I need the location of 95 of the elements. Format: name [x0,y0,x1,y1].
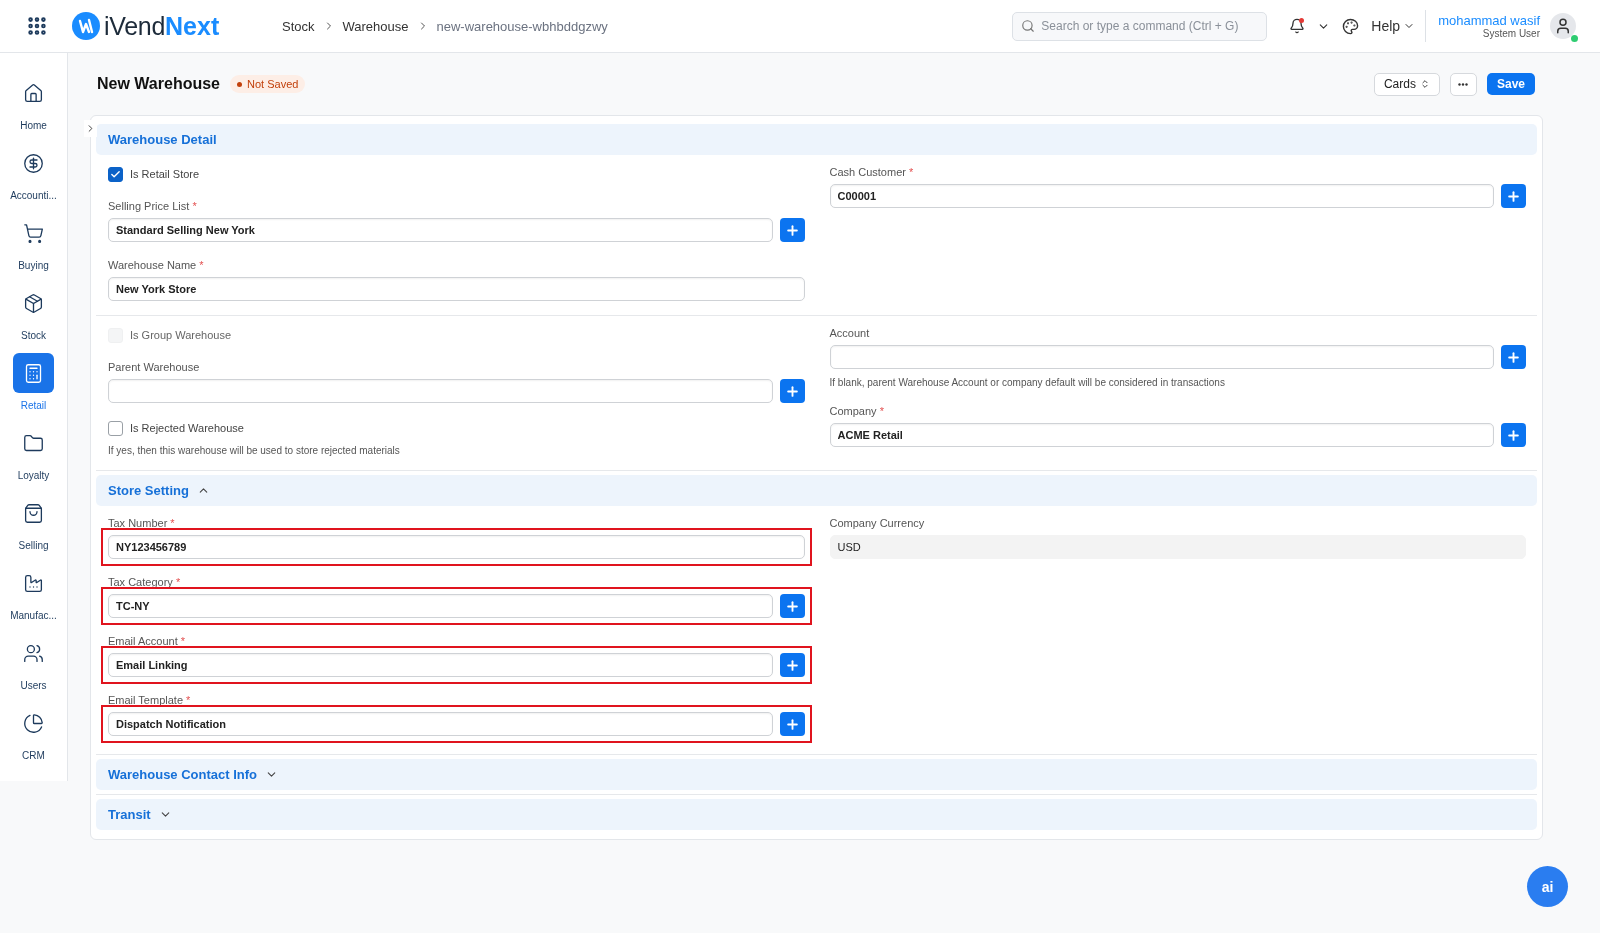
section-header[interactable]: Warehouse Detail [96,124,1537,155]
logo-icon [72,12,100,40]
assistant-button[interactable]: ai [1527,866,1568,907]
field-label: Account [829,326,871,340]
ellipsis-icon [1458,82,1469,86]
notifications-button[interactable] [1289,18,1306,34]
field-description: If yes, then this warehouse will be used to store rejected materials [108,445,401,456]
section-header[interactable]: Warehouse Contact Info [96,759,1537,790]
field-label: Company Currency [829,516,926,530]
input-field[interactable] [108,379,773,403]
check-icon [110,168,121,180]
add-button[interactable] [779,218,805,242]
plus-icon [784,716,800,732]
sidebar-item[interactable]: Selling [0,493,68,563]
sidebar-item[interactable]: Buying [0,213,68,283]
input-field[interactable]: ACME Retail [829,423,1494,447]
field-label: Email Account * [108,634,187,648]
input-field[interactable]: Standard Selling New York [108,218,773,242]
help-menu[interactable]: Help [1371,10,1427,42]
package-icon [23,292,44,314]
checkbox-row[interactable]: Is Retail Store [108,165,805,183]
checkbox-label: Is Rejected Warehouse [130,422,244,434]
apps-grid-icon[interactable] [26,15,48,37]
section-header[interactable]: Transit [96,799,1537,830]
add-button[interactable] [1501,423,1526,447]
dollar-icon [23,152,44,174]
sidebar-item[interactable]: Loyalty [0,423,68,493]
input-field[interactable]: New York Store [108,277,805,301]
field-label: Tax Number * [108,516,176,530]
folder-icon [23,432,44,454]
add-button[interactable] [779,379,805,403]
section-header[interactable]: Store Setting [96,475,1537,506]
add-button[interactable] [779,653,805,677]
plus-icon [1506,349,1521,365]
user-avatar[interactable] [1550,13,1576,39]
add-button[interactable] [1501,184,1526,208]
checkbox-label: Is Group Warehouse [130,329,232,341]
more-button[interactable] [1449,72,1477,96]
search-field[interactable]: Search or type a command (Ctrl + G) [1012,11,1268,41]
field-label: Selling Price List * [108,199,198,213]
add-button[interactable] [779,594,805,618]
field-label: Company * [829,404,885,418]
add-button[interactable] [779,712,805,736]
plus-icon [784,657,800,673]
up-down-chevron-icon [1419,79,1430,89]
field-label: Email Template * [108,693,192,707]
page-title: New Warehouse [97,75,220,93]
breadcrumb-link[interactable]: new-warehouse-wbhbddgzwy [436,18,608,34]
input-field[interactable]: NY123456789 [108,535,805,559]
user-role: System User [1482,28,1540,39]
plus-icon [1506,188,1521,204]
factory-icon [23,572,44,594]
user-name[interactable]: mohammad wasif [1438,13,1540,28]
input-field[interactable]: TC-NY [108,594,773,618]
calculator-icon [23,362,44,384]
field-label: Parent Warehouse [108,360,201,374]
palette-icon[interactable] [1342,17,1360,35]
plus-icon [784,598,800,614]
input-field[interactable]: Dispatch Notification [108,712,773,736]
logo-text: iVendNext [104,11,220,41]
sidebar-item[interactable]: Retail [0,353,68,423]
sidebar-item[interactable]: Users [0,633,68,703]
cart-icon [23,222,44,244]
checkbox-row[interactable]: Is Rejected Warehouse [108,419,805,437]
view-dropdown[interactable]: Cards [1373,72,1440,96]
add-button[interactable] [1501,345,1526,369]
search-icon [1021,18,1036,33]
readonly-field[interactable]: USD [829,535,1526,559]
checkbox-label: Is Retail Store [130,168,200,180]
status-badge: Not Saved [230,75,306,93]
checkbox[interactable] [108,420,123,436]
sidebar-item[interactable]: Home [0,73,68,143]
plus-icon [784,222,800,238]
save-button[interactable]: Save [1486,73,1535,95]
input-field[interactable]: C00001 [829,184,1494,208]
field-label: Cash Customer * [829,165,915,179]
sidebar-item[interactable]: Accounti... [0,143,68,213]
breadcrumb-link[interactable]: Warehouse [342,18,409,34]
plus-icon [1506,427,1521,443]
checkbox[interactable] [108,166,123,182]
sidebar-item[interactable]: Manufac... [0,563,68,633]
input-field[interactable] [829,345,1494,369]
field-label: Tax Category * [108,575,182,589]
sidebar-item[interactable]: Stock [0,283,68,353]
users-icon [23,642,44,664]
bag-icon [23,502,44,524]
field-description: If blank, parent Warehouse Account or company default will be considered in transactions [829,377,1226,388]
breadcrumb-link[interactable]: Stock [282,18,315,34]
field-label: Warehouse Name * [108,258,205,272]
home-icon [23,82,44,104]
plus-icon [784,383,800,399]
input-field[interactable]: Email Linking [108,653,773,677]
pie-chart-icon [23,712,44,734]
sidebar-item[interactable]: CRM [0,703,68,773]
expand-toggle[interactable] [84,120,97,137]
